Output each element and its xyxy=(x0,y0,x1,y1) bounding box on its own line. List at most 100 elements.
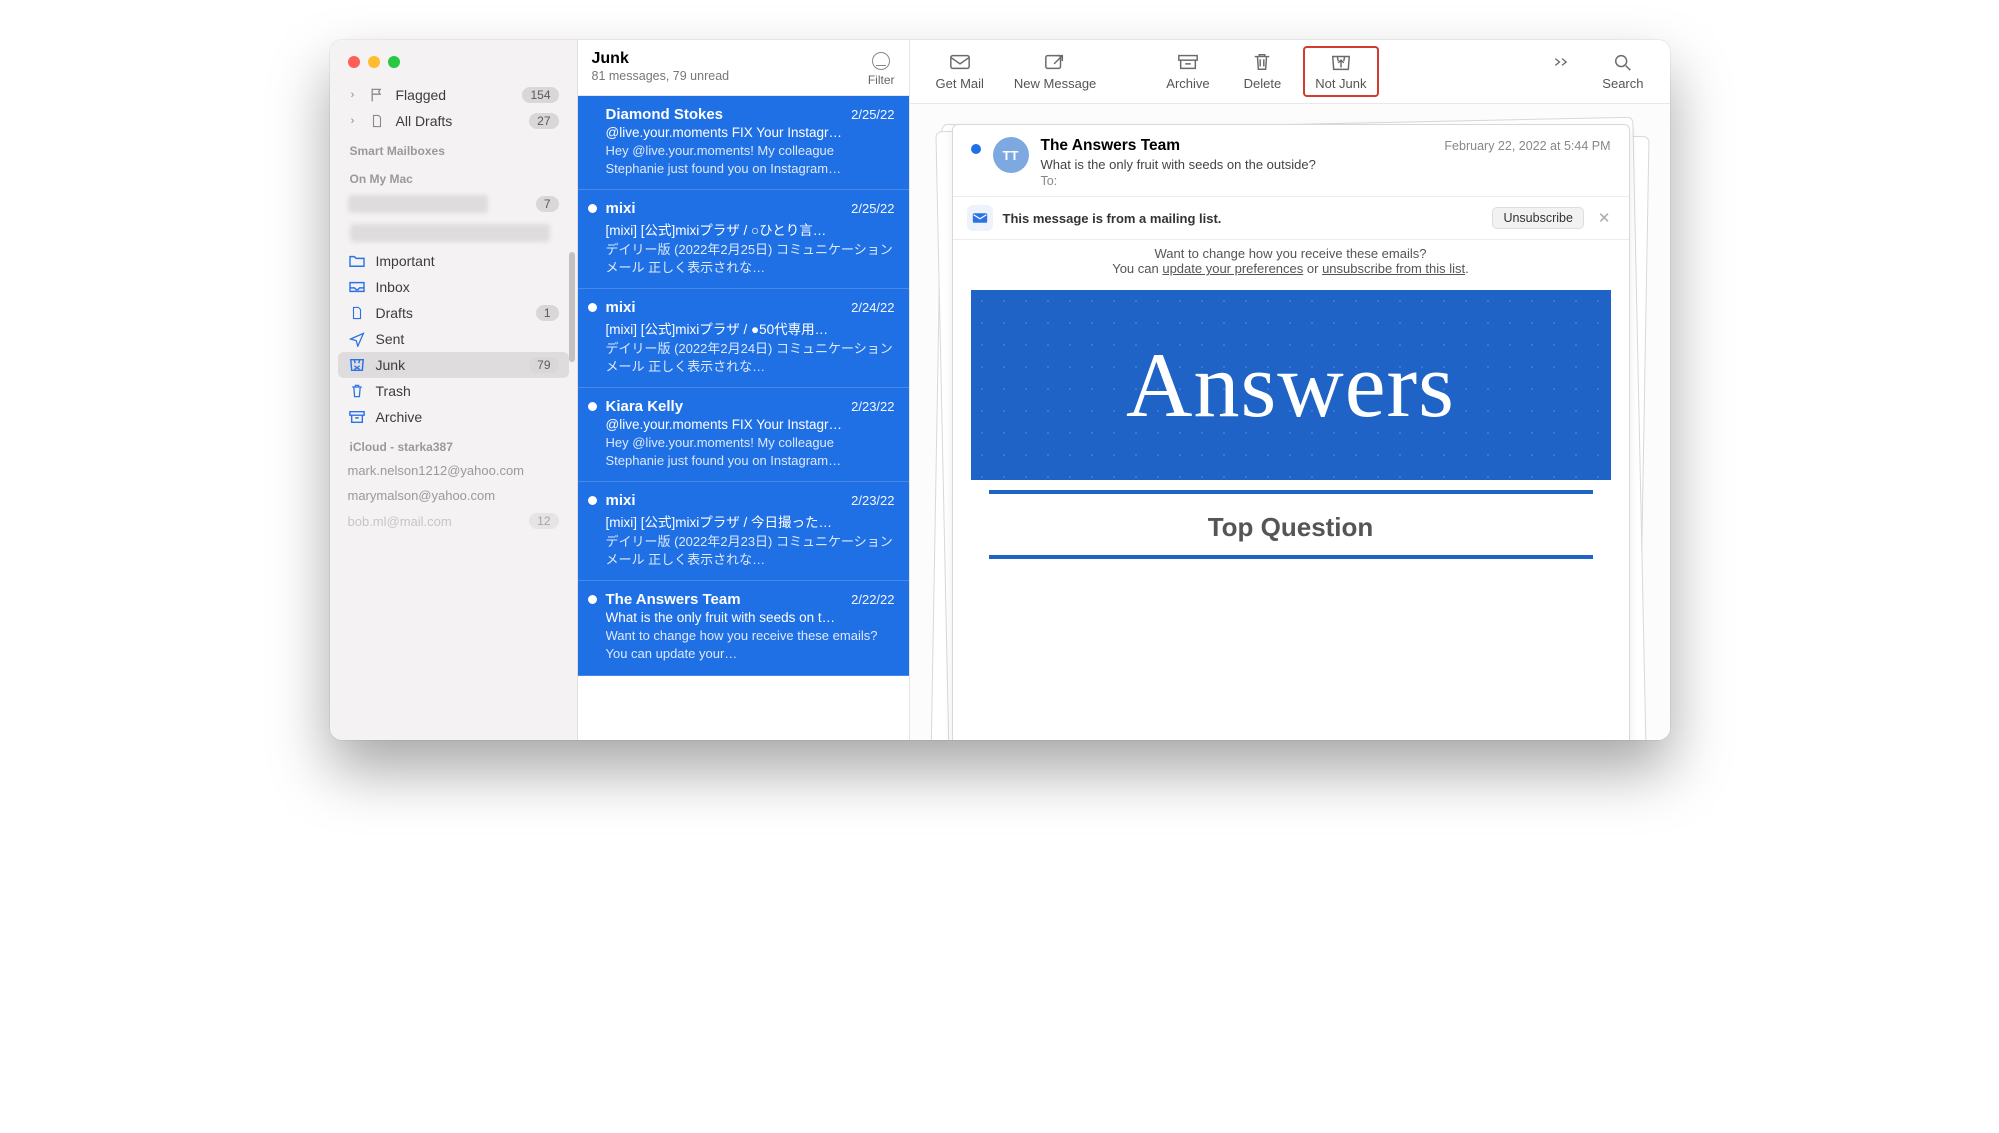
message-from: The Answers Team xyxy=(1041,137,1433,155)
message-sender: The Answers Team xyxy=(606,591,741,608)
message-card-stack: TT The Answers Team What is the only fru… xyxy=(952,124,1630,740)
message-row[interactable]: mixi2/24/22[mixi] [公式]mixiプラザ / ●50代専用…デ… xyxy=(578,289,909,388)
not-junk-button[interactable]: Not Junk xyxy=(1305,48,1376,95)
sidebar-account-3[interactable]: bob.ml@mail.com 12 xyxy=(338,508,569,534)
more-button[interactable] xyxy=(1542,49,1582,94)
unread-dot-icon xyxy=(588,402,597,411)
message-subject: What is the only fruit with seeds on the… xyxy=(1041,157,1433,172)
minimize-window-icon[interactable] xyxy=(368,56,380,68)
message-date: 2/25/22 xyxy=(851,107,894,122)
chevron-right-icon: › xyxy=(348,115,358,127)
sidebar-item-flagged[interactable]: › Flagged 154 xyxy=(338,82,569,108)
sidebar-item-all-drafts[interactable]: › All Drafts 27 xyxy=(338,108,569,134)
message-sender: mixi xyxy=(606,492,636,509)
mail-app-icon xyxy=(967,205,993,231)
mailbox-subtitle: 81 messages, 79 unread xyxy=(592,69,868,83)
message-preview: Hey @live.your.moments! My colleague Ste… xyxy=(606,434,895,469)
scrollbar-thumb[interactable] xyxy=(569,252,575,362)
message-row[interactable]: mixi2/23/22[mixi] [公式]mixiプラザ / 今日撮った…デイ… xyxy=(578,482,909,581)
sidebar-item-trash[interactable]: Trash xyxy=(338,378,569,404)
window-controls xyxy=(330,40,577,82)
sidebar-item-inbox[interactable]: Inbox xyxy=(338,274,569,300)
unread-dot-icon xyxy=(971,144,981,154)
sidebar-label: Important xyxy=(376,253,559,269)
sidebar-label: Flagged xyxy=(396,87,513,103)
message-row[interactable]: mixi2/25/22[mixi] [公式]mixiプラザ / ○ひとり言…デイ… xyxy=(578,190,909,289)
message-date: 2/24/22 xyxy=(851,300,894,315)
sidebar-label: Trash xyxy=(376,383,559,399)
count-badge: 79 xyxy=(529,357,558,373)
search-icon xyxy=(1612,52,1634,72)
message-sender: mixi xyxy=(606,299,636,316)
inbox-icon xyxy=(348,280,366,294)
mailing-list-text: This message is from a mailing list. xyxy=(1003,211,1483,226)
toolbar: Get Mail New Message Archive Delete Not xyxy=(910,40,1670,104)
count-badge: 7 xyxy=(536,196,559,212)
message-body: Want to change how you receive these ema… xyxy=(953,240,1629,559)
archive-icon xyxy=(1177,52,1199,72)
message-preview: Hey @live.your.moments! My colleague Ste… xyxy=(606,142,895,177)
message-subject: @live.your.moments FIX Your Instagr… xyxy=(606,417,895,432)
filter-label: Filter xyxy=(868,73,895,87)
search-button[interactable]: Search xyxy=(1592,48,1653,95)
sidebar-account-redacted-1[interactable]: 7 xyxy=(338,190,569,218)
message-content-area: TT The Answers Team What is the only fru… xyxy=(910,104,1670,740)
message-date: 2/22/22 xyxy=(851,592,894,607)
sidebar-section-icloud: iCloud - starka387 xyxy=(338,430,569,458)
sidebar-account-2[interactable]: marymalson@yahoo.com xyxy=(338,483,569,508)
top-question-heading: Top Question xyxy=(971,494,1611,555)
close-window-icon[interactable] xyxy=(348,56,360,68)
unsubscribe-button[interactable]: Unsubscribe xyxy=(1492,207,1583,229)
count-badge: 12 xyxy=(529,513,558,529)
message-preview: Want to change how you receive these ema… xyxy=(606,627,895,662)
message-list-column: Junk 81 messages, 79 unread Filter Diamo… xyxy=(578,40,910,740)
mailbox-title: Junk xyxy=(592,50,868,68)
message-sender: Diamond Stokes xyxy=(606,106,724,123)
reading-pane: Get Mail New Message Archive Delete Not xyxy=(910,40,1670,740)
update-preferences-link[interactable]: update your preferences xyxy=(1162,261,1303,276)
sidebar-item-drafts[interactable]: Drafts 1 xyxy=(338,300,569,326)
fullscreen-window-icon[interactable] xyxy=(388,56,400,68)
sidebar-label: Drafts xyxy=(376,305,526,321)
chevron-right-icon: › xyxy=(348,89,358,101)
close-icon[interactable]: ✕ xyxy=(1594,209,1615,227)
message-row[interactable]: Diamond Stokes2/25/22@live.your.moments … xyxy=(578,96,909,190)
message-card[interactable]: TT The Answers Team What is the only fru… xyxy=(952,124,1630,740)
list-header: Junk 81 messages, 79 unread Filter xyxy=(578,40,909,96)
sidebar-item-archive[interactable]: Archive xyxy=(338,404,569,430)
chevrons-right-icon xyxy=(1552,53,1572,71)
unread-dot-icon xyxy=(588,595,597,604)
message-sender: Kiara Kelly xyxy=(606,398,684,415)
sidebar: › Flagged 154 › All Drafts 27 Smart Mail… xyxy=(330,40,578,740)
sidebar-account-1[interactable]: mark.nelson1212@yahoo.com xyxy=(338,458,569,483)
message-row[interactable]: The Answers Team2/22/22What is the only … xyxy=(578,581,909,675)
get-mail-button[interactable]: Get Mail xyxy=(926,48,994,95)
archive-button[interactable]: Archive xyxy=(1156,48,1219,95)
unsubscribe-link[interactable]: unsubscribe from this list xyxy=(1322,261,1465,276)
sidebar-account-redacted-2[interactable] xyxy=(350,224,550,242)
delete-button[interactable]: Delete xyxy=(1234,48,1292,95)
message-date: 2/25/22 xyxy=(851,201,894,216)
flag-icon xyxy=(368,87,386,103)
message-list[interactable]: Diamond Stokes 2/25/22 @live.your.moments … xyxy=(578,96,909,740)
mailing-list-strip: This message is from a mailing list. Uns… xyxy=(953,196,1629,240)
filter-button[interactable]: Filter xyxy=(868,50,895,87)
new-message-button[interactable]: New Message xyxy=(1004,48,1106,95)
unread-dot-icon xyxy=(588,204,597,213)
body-line-2: You can update your preferences or unsub… xyxy=(971,261,1611,276)
message-date: 2/23/22 xyxy=(851,493,894,508)
avatar: TT xyxy=(993,137,1029,173)
sidebar-item-sent[interactable]: Sent xyxy=(338,326,569,352)
message-preview: デイリー版 (2022年2月24日) コミュニケーションメール 正しく表示されな… xyxy=(606,340,895,375)
paper-plane-icon xyxy=(348,331,366,347)
sidebar-item-junk[interactable]: Junk 79 xyxy=(338,352,569,378)
message-sender: mixi xyxy=(606,200,636,217)
count-badge: 154 xyxy=(522,87,558,103)
message-timestamp: February 22, 2022 at 5:44 PM xyxy=(1444,137,1610,153)
divider xyxy=(989,555,1593,559)
message-row[interactable]: Kiara Kelly2/23/22@live.your.moments FIX… xyxy=(578,388,909,482)
sidebar-item-important[interactable]: Important xyxy=(338,248,569,274)
document-icon xyxy=(348,305,366,321)
filter-icon xyxy=(872,52,890,70)
folder-icon xyxy=(348,254,366,268)
